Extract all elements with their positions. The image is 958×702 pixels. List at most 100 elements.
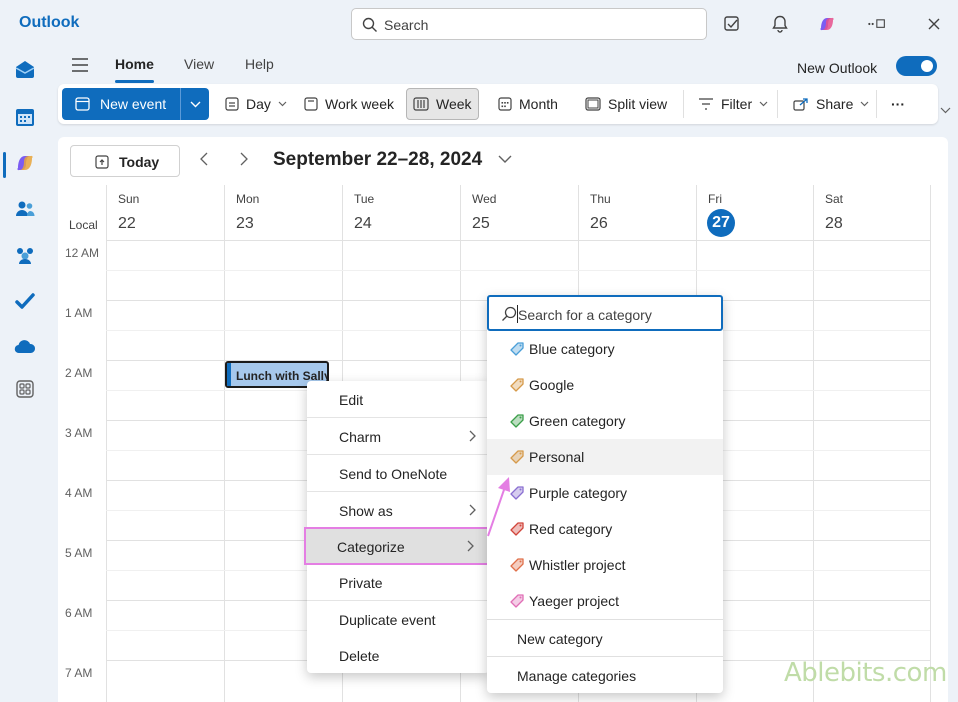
groups-icon[interactable]: [14, 244, 36, 266]
day-header-number[interactable]: 28: [825, 215, 843, 233]
category-tag-icon: [510, 450, 524, 464]
category-item-green-category[interactable]: Green category: [487, 403, 723, 439]
timezone-label: Local: [69, 218, 98, 232]
day-header-name: Thu: [590, 192, 611, 206]
ribbon-expand-chevron-icon[interactable]: [940, 107, 951, 114]
month-view-button[interactable]: Month: [492, 88, 564, 120]
hamburger-menu-icon[interactable]: [71, 57, 89, 73]
onedrive-cloud-icon[interactable]: [14, 336, 36, 358]
day-header-name: Sat: [825, 192, 844, 206]
new-event-divider: [180, 88, 181, 120]
filter-button[interactable]: Filter: [692, 88, 774, 120]
search-input[interactable]: Search: [351, 8, 707, 40]
category-label: Personal: [529, 449, 585, 465]
month-view-label: Month: [519, 96, 558, 112]
new-outlook-label: New Outlook: [797, 60, 878, 76]
half-hour-line: [106, 270, 930, 271]
menu-item-show-as[interactable]: Show as: [307, 492, 489, 528]
category-item-yaeger-project[interactable]: Yaeger project: [487, 583, 723, 619]
manage-categories-item[interactable]: Manage categories: [487, 657, 723, 693]
menu-item-label: Duplicate event: [339, 612, 436, 628]
date-range-title[interactable]: September 22–28, 2024: [273, 149, 482, 171]
restore-window-icon[interactable]: [866, 14, 886, 34]
chevron-right-icon: [467, 540, 474, 552]
share-button[interactable]: Share: [787, 88, 875, 120]
menu-item-edit[interactable]: Edit: [307, 381, 489, 417]
day-header-name: Sun: [118, 192, 140, 206]
filter-icon: [699, 98, 713, 110]
app-title: Outlook: [19, 14, 80, 31]
menu-item-send-to-onenote[interactable]: Send to OneNote: [307, 455, 489, 491]
menu-item-delete[interactable]: Delete: [307, 637, 489, 673]
previous-week-chevron-icon[interactable]: [199, 151, 209, 167]
new-event-button[interactable]: New event: [62, 88, 209, 120]
category-item-purple-category[interactable]: Purple category: [487, 475, 723, 511]
grid-column-line: [813, 185, 814, 702]
tab-home[interactable]: Home: [115, 56, 154, 72]
copilot-rail-icon[interactable]: [14, 152, 36, 174]
tab-view[interactable]: View: [184, 56, 214, 72]
search-icon: [502, 306, 517, 321]
day-header-name: Wed: [472, 192, 497, 206]
category-item-google[interactable]: Google: [487, 367, 723, 403]
calendar-icon[interactable]: [14, 106, 36, 128]
menu-item-label: Send to OneNote: [339, 466, 448, 482]
category-tag-icon: [510, 558, 524, 572]
menu-item-label: Private: [339, 575, 383, 591]
category-search-input[interactable]: Search for a category: [487, 295, 723, 331]
day-view-button[interactable]: Day: [219, 88, 293, 120]
month-view-icon: [498, 97, 512, 111]
share-icon: [793, 98, 808, 111]
category-item-blue-category[interactable]: Blue category: [487, 331, 723, 367]
ribbon-divider: [683, 90, 684, 118]
new-category-label: New category: [517, 631, 603, 647]
manage-categories-label: Manage categories: [517, 668, 637, 684]
today-button[interactable]: Today: [70, 145, 180, 177]
day-header-number[interactable]: 24: [354, 215, 372, 233]
hour-label: 5 AM: [65, 546, 93, 560]
more-options-button[interactable]: ···: [885, 88, 911, 120]
chevron-down-icon[interactable]: [498, 155, 512, 164]
split-view-button[interactable]: Split view: [579, 88, 673, 120]
category-item-whistler-project[interactable]: Whistler project: [487, 547, 723, 583]
day-header-number[interactable]: 22: [118, 215, 136, 233]
day-view-icon: [225, 97, 239, 111]
chevron-down-icon[interactable]: [190, 101, 201, 108]
menu-divider: [307, 600, 489, 601]
menu-item-label: Show as: [339, 503, 393, 519]
category-item-red-category[interactable]: Red category: [487, 511, 723, 547]
tab-help[interactable]: Help: [245, 56, 274, 72]
notifications-bell-icon[interactable]: [770, 14, 790, 34]
work-week-button[interactable]: Work week: [298, 88, 400, 120]
copilot-icon[interactable]: [817, 14, 837, 34]
category-tag-icon: [510, 414, 524, 428]
menu-item-categorize[interactable]: Categorize: [304, 527, 490, 565]
menu-item-private[interactable]: Private: [307, 564, 489, 600]
work-week-icon: [304, 97, 318, 111]
new-outlook-toggle[interactable]: [896, 56, 937, 76]
day-view-label: Day: [246, 96, 271, 112]
day-header-number[interactable]: 27: [707, 209, 735, 237]
rail-active-indicator: [3, 152, 6, 178]
week-view-button[interactable]: Week: [406, 88, 479, 120]
next-week-chevron-icon[interactable]: [239, 151, 249, 167]
people-icon[interactable]: [14, 198, 36, 220]
day-header-number[interactable]: 26: [590, 215, 608, 233]
new-category-item[interactable]: New category: [487, 620, 723, 656]
grid-column-line: [106, 185, 107, 702]
category-tag-icon: [510, 378, 524, 392]
close-icon[interactable]: [924, 14, 944, 34]
menu-divider: [307, 491, 489, 492]
menu-item-label: Edit: [339, 392, 364, 408]
category-item-personal[interactable]: Personal: [487, 439, 723, 475]
mail-icon[interactable]: [14, 58, 36, 80]
my-day-icon[interactable]: [722, 14, 742, 34]
day-header-number[interactable]: 25: [472, 215, 490, 233]
more-apps-icon[interactable]: [14, 378, 36, 400]
todo-check-icon[interactable]: [14, 290, 36, 312]
menu-item-duplicate-event[interactable]: Duplicate event: [307, 601, 489, 637]
day-header-number[interactable]: 23: [236, 215, 254, 233]
category-label: Google: [529, 377, 575, 393]
menu-item-charm[interactable]: Charm: [307, 418, 489, 454]
calendar-today-icon: [95, 155, 109, 169]
